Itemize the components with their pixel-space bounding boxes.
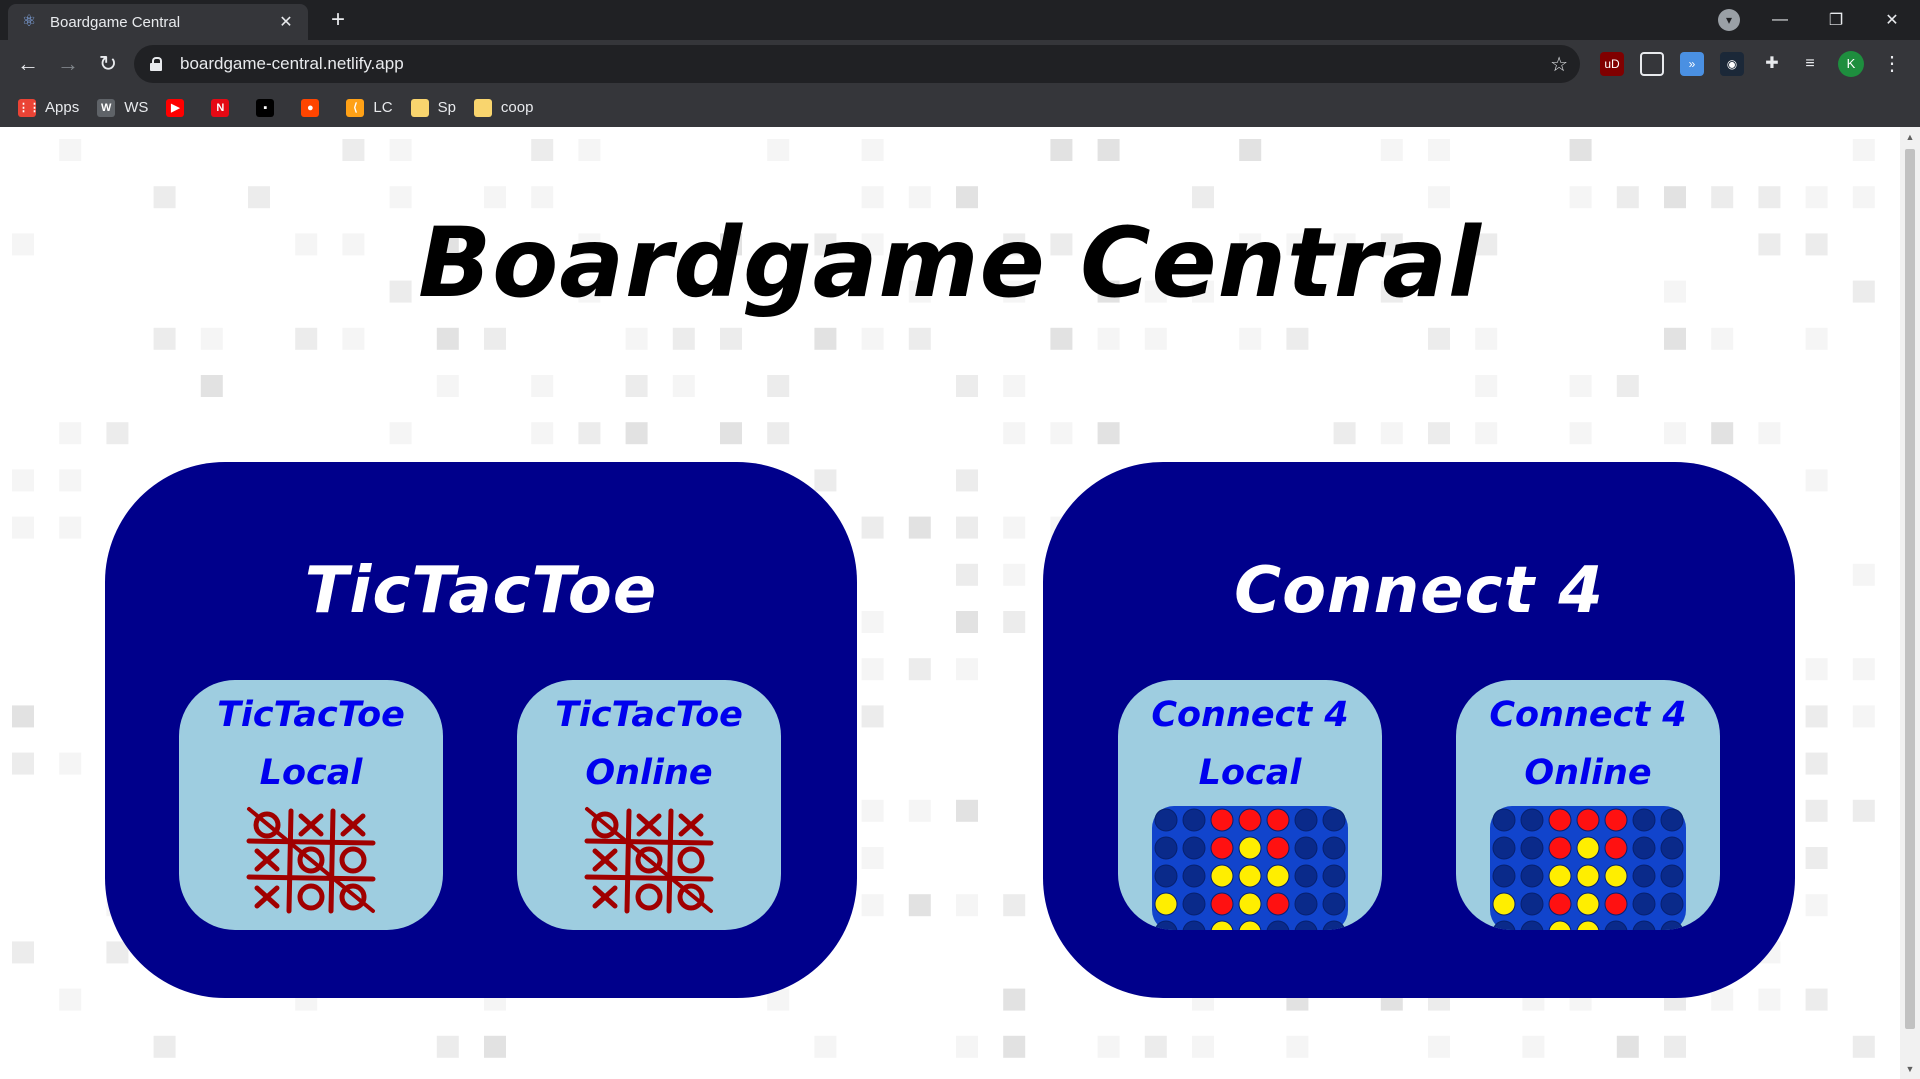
page-viewport: Boardgame Central TicTacToe TicTacToe Lo… <box>0 127 1900 1079</box>
folder-icon <box>473 98 492 117</box>
tictactoe-board-icon <box>584 807 714 914</box>
bookmark-item[interactable]: W WS <box>97 98 149 117</box>
scroll-down-arrow-icon[interactable]: ▼ <box>1900 1059 1920 1079</box>
url-text[interactable]: boardgame-central.netlify.app <box>180 54 1550 74</box>
bookmark-item[interactable]: ▶ <box>166 98 193 117</box>
bookmarks-bar: ⋮⋮ Apps W WS ▶ N ▪ ● ⟨ LC Sp coop <box>0 88 1920 127</box>
game-title: Connect 4 <box>1234 554 1604 628</box>
bookmark-item[interactable]: N <box>211 98 238 117</box>
browser-chrome: ⚛ Boardgame Central ✕ + ▾ — ❐ ✕ ← → ↻ bo… <box>0 0 1920 127</box>
ublock-icon[interactable]: uD <box>1600 52 1624 76</box>
tictactoe-online-button[interactable]: TicTacToe Online <box>517 680 781 930</box>
connect4-local-button[interactable]: Connect 4 Local <box>1118 680 1382 930</box>
fast-forward-icon[interactable]: » <box>1680 52 1704 76</box>
folder-icon <box>410 98 429 117</box>
bookmark-item[interactable]: Sp <box>410 98 456 117</box>
tab-strip: ⚛ Boardgame Central ✕ + ▾ — ❐ ✕ <box>0 0 1920 40</box>
mode-label: Connect 4 Online <box>1489 695 1687 793</box>
restore-icon[interactable]: ❐ <box>1808 10 1864 30</box>
bookmark-label: coop <box>500 99 534 116</box>
connect4-board-icon <box>1490 806 1686 930</box>
connect4-online-button[interactable]: Connect 4 Online <box>1456 680 1720 930</box>
bookmark-item[interactable]: coop <box>473 98 534 117</box>
scrollbar-thumb[interactable] <box>1905 149 1915 1029</box>
extensions-puzzle-icon[interactable]: ✚ <box>1760 52 1784 76</box>
bookmark-item[interactable]: ⋮⋮ Apps <box>18 98 80 117</box>
react-icon: ⚛ <box>21 13 37 30</box>
bookmark-label: Apps <box>45 99 80 116</box>
forward-icon[interactable]: → <box>54 50 82 78</box>
bookmark-label: Sp <box>437 99 456 116</box>
youtube-icon: ▶ <box>166 98 185 117</box>
picture-in-picture-icon[interactable] <box>1640 52 1664 76</box>
reload-icon[interactable]: ↻ <box>94 50 122 78</box>
page-title: Boardgame Central <box>418 207 1482 319</box>
close-icon[interactable]: ✕ <box>276 12 296 32</box>
browser-toolbar: ← → ↻ boardgame-central.netlify.app ☆ uD… <box>0 40 1920 88</box>
tictactoe-local-button[interactable]: TicTacToe Local <box>179 680 443 930</box>
netflix-icon: N <box>211 98 230 117</box>
tab-title: Boardgame Central <box>50 13 181 31</box>
address-bar[interactable]: boardgame-central.netlify.app ☆ <box>134 45 1580 83</box>
bookmark-item[interactable]: ⟨ LC <box>346 98 393 117</box>
steam-icon[interactable]: ◉ <box>1720 52 1744 76</box>
scroll-up-arrow-icon[interactable]: ▲ <box>1900 127 1920 147</box>
site-icon: ▪ <box>256 98 275 117</box>
wordpress-icon: W <box>97 98 116 117</box>
menu-kebab-icon[interactable]: ⋮ <box>1882 50 1902 78</box>
game-title: TicTacToe <box>304 554 658 628</box>
tab-boardgame-central[interactable]: ⚛ Boardgame Central ✕ <box>8 4 308 40</box>
media-queue-icon[interactable]: ≡ <box>1798 52 1822 76</box>
vertical-scrollbar[interactable]: ▲ ▼ <box>1900 127 1920 1079</box>
back-icon[interactable]: ← <box>14 50 42 78</box>
lock-icon <box>150 57 162 71</box>
tictactoe-board-icon <box>246 807 376 914</box>
mode-label: TicTacToe Local <box>217 695 405 793</box>
reddit-icon: ● <box>301 98 320 117</box>
bookmark-star-icon[interactable]: ☆ <box>1550 52 1568 77</box>
profile-avatar[interactable]: K <box>1838 51 1864 77</box>
window-controls: — ❐ ✕ <box>1752 0 1920 40</box>
close-window-icon[interactable]: ✕ <box>1864 10 1920 30</box>
connect4-board-icon <box>1152 806 1348 930</box>
bookmark-item[interactable]: ● <box>301 98 328 117</box>
minimize-icon[interactable]: — <box>1752 11 1808 29</box>
bookmark-item[interactable]: ▪ <box>256 98 283 117</box>
tab-search-icon[interactable]: ▾ <box>1718 9 1740 31</box>
game-card-tictactoe: TicTacToe TicTacToe Local TicTacToe Onli… <box>105 462 857 998</box>
new-tab-button[interactable]: + <box>324 6 352 34</box>
mode-label: Connect 4 Local <box>1151 695 1349 793</box>
mode-label: TicTacToe Online <box>555 695 743 793</box>
leetcode-icon: ⟨ <box>346 98 365 117</box>
bookmark-label: WS <box>124 99 149 116</box>
bookmark-label: LC <box>373 99 393 116</box>
game-card-connect4: Connect 4 Connect 4 Local Connect 4 Onli… <box>1043 462 1795 998</box>
apps-grid-icon: ⋮⋮ <box>18 98 40 117</box>
